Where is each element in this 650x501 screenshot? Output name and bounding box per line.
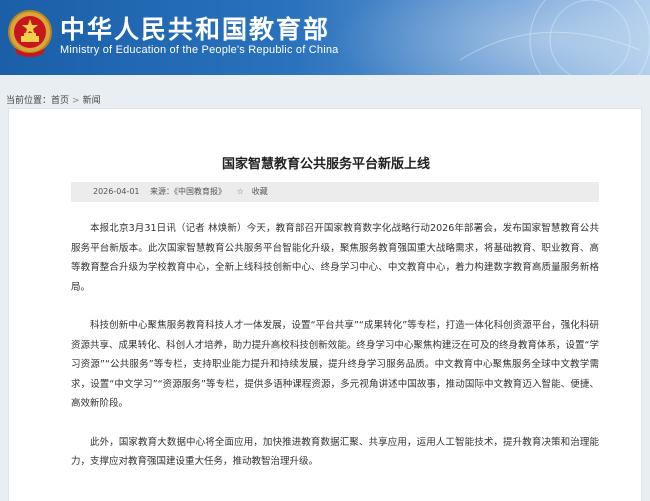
article-source: 来源：《中国教育报》 — [150, 187, 227, 196]
article-card: 国家智慧教育公共服务平台新版上线 2026-04-01 来源：《中国教育报》 ☆… — [8, 108, 642, 501]
article-body: 本报北京3月31日讯（记者 林焕新）今天，教育部召开国家教育数字化战略行动202… — [71, 219, 599, 491]
breadcrumb-home-link[interactable]: 首页 — [51, 96, 69, 106]
breadcrumb-prefix: 当前位置： — [6, 96, 52, 106]
article-date: 2026-04-01 — [93, 187, 140, 196]
breadcrumb-news-link[interactable]: 新闻 — [83, 96, 101, 106]
breadcrumb-separator: > — [72, 96, 80, 106]
favorite-button[interactable]: ☆ 收藏 — [237, 187, 276, 196]
article-paragraph: 本报北京3月31日讯（记者 林焕新）今天，教育部召开国家教育数字化战略行动202… — [71, 223, 599, 293]
ministry-title-en: Ministry of Education of the People's Re… — [60, 44, 339, 56]
breadcrumb: 当前位置：首页 > 新闻 — [6, 93, 101, 106]
article-paragraph: 科技创新中心聚焦服务教育科技人才一体发展，设置“平台共享”“成果转化”等专栏，打… — [71, 320, 599, 409]
article-title: 国家智慧教育公共服务平台新版上线 — [221, 157, 430, 172]
article-paragraph: 此外，国家教育大数据中心将全面应用，加快推进教育数据汇聚、共享应用，运用人工智能… — [71, 436, 599, 468]
ministry-title-cn[interactable]: 中华人民共和国教育部 — [60, 10, 330, 46]
site-header: 中华人民共和国教育部 Ministry of Education of the … — [0, 0, 650, 75]
national-emblem-icon[interactable] — [7, 8, 53, 60]
favorite-label: 收藏 — [251, 187, 268, 196]
favorite-star-icon: ☆ — [236, 187, 244, 196]
header-ornament-graphic — [459, 0, 650, 75]
article-meta-bar: 2026-04-01 来源：《中国教育报》 ☆ 收藏 — [71, 182, 599, 202]
